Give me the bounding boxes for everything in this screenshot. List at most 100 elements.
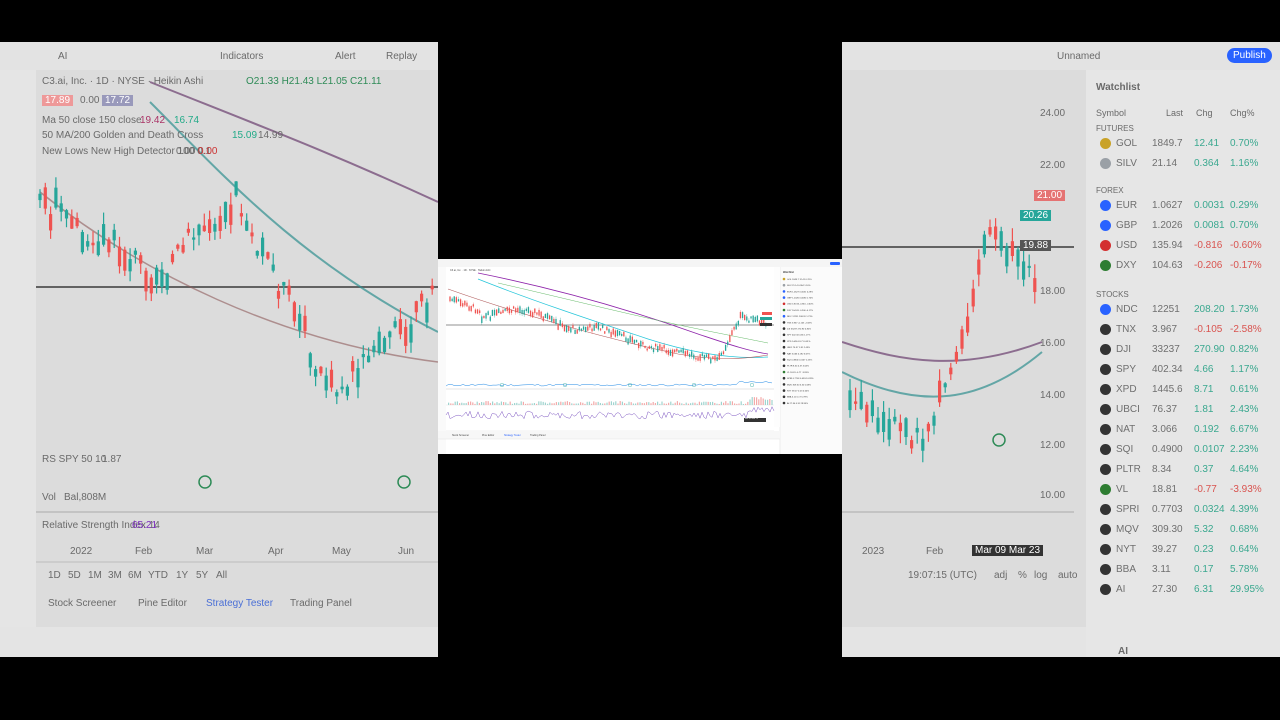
thumbnail-tab-strategy-tester[interactable]: Strategy Tester: [504, 434, 521, 437]
adj-toggle[interactable]: adj: [994, 570, 1007, 581]
watchlist-row[interactable]: MQV 309.30 5.32 0.68%: [1090, 520, 1280, 540]
watchlist-row-text[interactable]: BBA 3.11 0.17 5.78%: [787, 396, 808, 399]
watchlist-row[interactable]: GOL 1849.7 12.41 0.70%: [1090, 134, 1280, 154]
candle-body: [722, 351, 725, 355]
watchlist-row-text[interactable]: DXY 104.63 -0.206 -0.17%: [787, 310, 813, 312]
watchlist-row[interactable]: SQI 0.4900 0.0107 2.23%: [1090, 440, 1280, 460]
column-chg-pct[interactable]: Chg%: [1230, 108, 1255, 118]
watchlist-row[interactable]: DJI 33237 270.90 0.82%: [1090, 340, 1280, 360]
percent-toggle[interactable]: %: [1018, 570, 1027, 581]
timeframe-1m[interactable]: 1M: [88, 570, 102, 581]
watchlist-row-text[interactable]: GOL 1849.7 12.41 0.70%: [787, 279, 812, 281]
log-toggle[interactable]: log: [1034, 570, 1047, 581]
watchlist-row-text[interactable]: TNX 3.967 -0.105 -2.58%: [787, 322, 812, 324]
timeframe-1d[interactable]: 1D: [48, 570, 61, 581]
watchlist-row-text[interactable]: GBP 1.2026 0.0081 0.70%: [787, 298, 813, 300]
watchlist-row[interactable]: TNX 3.967 -0.105 -2.58%: [1090, 320, 1280, 340]
watchlist-last: 402.34: [1152, 364, 1183, 375]
column-chg[interactable]: Chg: [1196, 108, 1213, 118]
new-lows-value-b: 0.00: [198, 146, 218, 157]
publish-button[interactable]: Publish: [1227, 48, 1272, 63]
tab-stock-screener[interactable]: Stock Screener: [48, 598, 116, 609]
candle-body: [133, 250, 137, 255]
watchlist-row[interactable]: SILV 21.14 0.364 1.16%: [1090, 154, 1280, 174]
auto-toggle[interactable]: auto: [1058, 570, 1077, 581]
candle-body: [910, 440, 914, 449]
watchlist-row-text[interactable]: AI 27.30 6.31 29.95%: [787, 402, 808, 405]
thumbnail-tab-trading-panel[interactable]: Trading Panel: [530, 434, 545, 437]
month-label: Mar: [196, 546, 214, 557]
watchlist-row-text[interactable]: MQV 309.30 5.32 0.68%: [787, 384, 811, 386]
volume-bar: [520, 401, 522, 405]
candle-body: [648, 346, 650, 349]
candle-body: [466, 302, 468, 307]
watchlist-row-text[interactable]: NYT 39.27 0.23 0.64%: [787, 391, 809, 393]
watchlist-row[interactable]: PLTR 8.34 0.37 4.64%: [1090, 460, 1280, 480]
watchlist-row-text[interactable]: DJI 33237 270.90 0.82%: [787, 329, 811, 331]
volume-bar: [463, 403, 465, 405]
buy-price-box[interactable]: 17.72: [102, 95, 134, 106]
watchlist-row[interactable]: SPY 402.34 4.66 1.17%: [1090, 360, 1280, 380]
column-symbol[interactable]: Symbol: [1096, 108, 1126, 118]
timeframe-ytd[interactable]: YTD: [148, 570, 168, 581]
thumbnail-tab-stock-screener[interactable]: Stock Screener: [452, 434, 469, 437]
watchlist-row[interactable]: AI 27.30 6.31 29.95%: [1090, 580, 1280, 600]
candle-body: [848, 390, 852, 411]
watchlist-footer-symbol[interactable]: AI: [1118, 646, 1128, 657]
watchlist-row[interactable]: GBP 1.2026 0.0081 0.70%: [1090, 216, 1280, 236]
watchlist-row-text[interactable]: SPY 402.34 4.66 1.17%: [787, 335, 810, 337]
watchlist-row-text[interactable]: SPRI 0.7703 0.0324 4.39%: [787, 378, 814, 380]
watchlist-row[interactable]: XPD 1445.6 8.71 0.61%: [1090, 380, 1280, 400]
symbol-search[interactable]: AI: [58, 51, 67, 62]
watchlist-row[interactable]: NDC 12251 208.20 1.73%: [1090, 300, 1280, 320]
watchlist-row[interactable]: DXY 104.63 -0.206 -0.17%: [1090, 256, 1280, 276]
indicators-button[interactable]: Indicators: [220, 51, 263, 62]
watchlist-row-text[interactable]: XPD 1445.6 8.71 0.61%: [787, 341, 811, 343]
watchlist-row[interactable]: BBA 3.11 0.17 5.78%: [1090, 560, 1280, 580]
timeframe-all[interactable]: All: [216, 570, 227, 581]
timeframe-5d[interactable]: 5D: [68, 570, 81, 581]
volume-bar: [492, 401, 494, 405]
tab-trading-panel[interactable]: Trading Panel: [290, 598, 352, 609]
watchlist-row-text[interactable]: NAT 3.066 0.192 6.67%: [787, 352, 810, 355]
layout-name[interactable]: Unnamed: [1057, 51, 1100, 62]
volume-bar: [452, 403, 454, 405]
sell-price-box[interactable]: 17.89: [42, 95, 74, 106]
watchlist-symbol: DXY: [1116, 260, 1137, 271]
thumbnail-watchlist-title: Watchlist: [783, 271, 795, 274]
candle-body: [449, 296, 451, 302]
candle-body: [915, 427, 919, 433]
watchlist-row[interactable]: USD 135.94 -0.816 -0.60%: [1090, 236, 1280, 256]
alert-button[interactable]: Alert: [335, 51, 356, 62]
watchlist-row-text[interactable]: VL 18.81 -0.77 -3.93%: [787, 372, 809, 374]
watchlist-row-text[interactable]: NDC 12251 208.20 1.73%: [787, 316, 813, 318]
watchlist-row[interactable]: NAT 3.066 0.192 6.67%: [1090, 420, 1280, 440]
column-last[interactable]: Last: [1166, 108, 1183, 118]
timeframe-6m[interactable]: 6M: [128, 570, 142, 581]
tab-pine-editor[interactable]: Pine Editor: [138, 598, 187, 609]
watchlist-row[interactable]: NYT 39.27 0.23 0.64%: [1090, 540, 1280, 560]
replay-button[interactable]: Replay: [386, 51, 417, 62]
timeframe-1y[interactable]: 1Y: [176, 570, 188, 581]
watchlist-row-text[interactable]: PLTR 8.34 0.37 4.64%: [787, 366, 809, 368]
watchlist-row-text[interactable]: SQI 0.4900 0.0107 2.23%: [787, 360, 812, 362]
timeframe-3m[interactable]: 3M: [108, 570, 122, 581]
watchlist-row[interactable]: EUR 1.0627 0.0031 0.29%: [1090, 196, 1280, 216]
watchlist-row[interactable]: SPRI 0.7703 0.0324 4.39%: [1090, 500, 1280, 520]
watchlist-row-text[interactable]: EUR 1.0627 0.0031 0.29%: [787, 291, 813, 293]
watchlist-row[interactable]: UBCI 76.37 1.81 2.43%: [1090, 400, 1280, 420]
tab-strategy-tester[interactable]: Strategy Tester: [206, 598, 273, 609]
candle-body: [96, 241, 100, 256]
volume-bar: [529, 403, 531, 405]
watchlist-row-text[interactable]: SILV 21.14 0.364 1.16%: [787, 285, 811, 287]
watchlist-last: 33237: [1152, 344, 1180, 355]
candle-body: [712, 356, 714, 359]
thumbnail-tab-pine-editor[interactable]: Pine Editor: [482, 434, 494, 437]
candle-body: [593, 324, 595, 331]
watchlist-title[interactable]: Watchlist: [1096, 82, 1140, 93]
timeframe-5y[interactable]: 5Y: [196, 570, 208, 581]
candle-body: [340, 386, 344, 390]
watchlist-row[interactable]: VL 18.81 -0.77 -3.93%: [1090, 480, 1280, 500]
watchlist-row-text[interactable]: UBCI 76.37 1.81 2.43%: [787, 347, 810, 349]
watchlist-row-text[interactable]: USD 135.94 -0.816 -0.60%: [787, 304, 813, 306]
